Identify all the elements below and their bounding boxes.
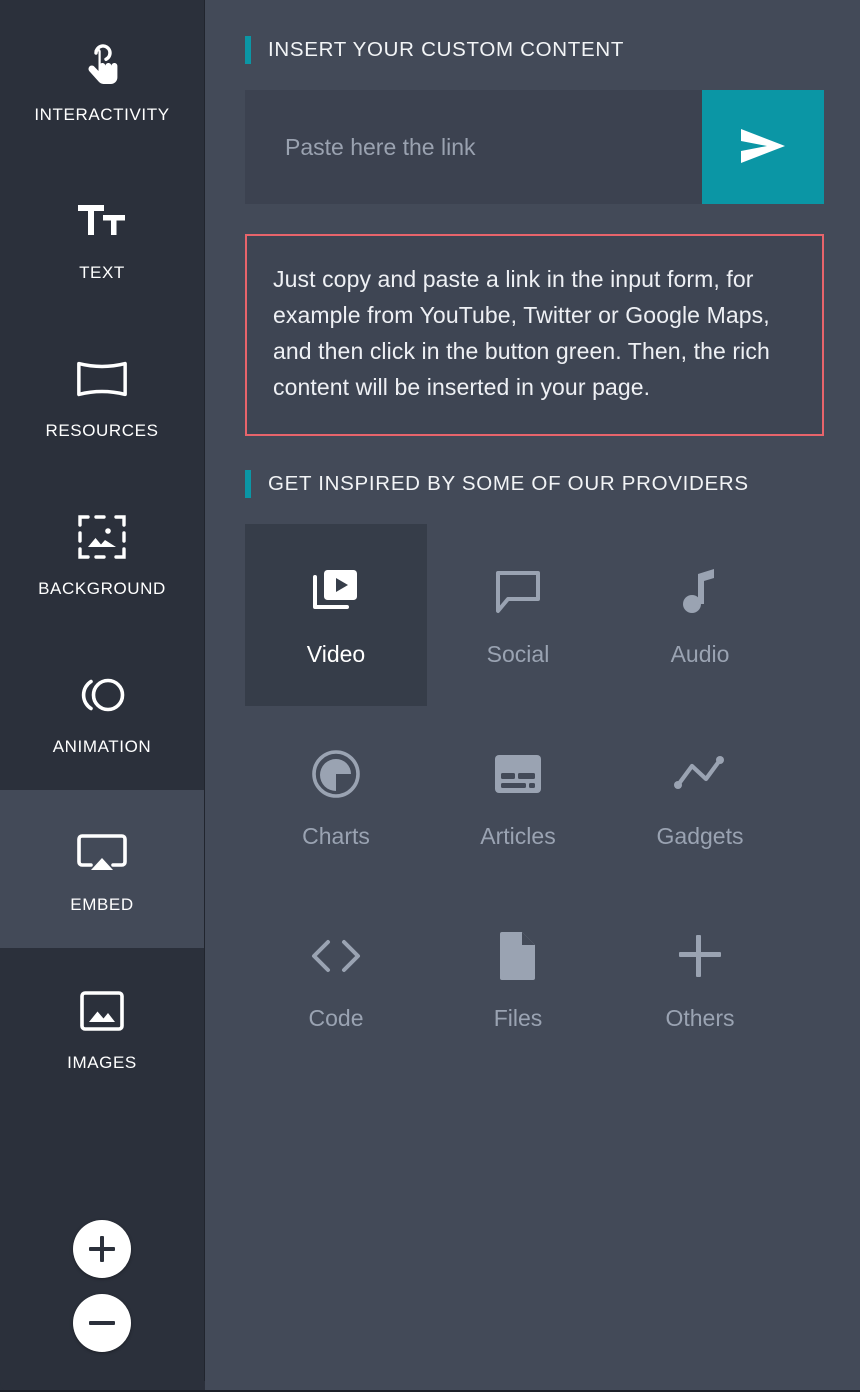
providers-grid: Video Social Audio Charts Articles Gadge…: [245, 523, 791, 1070]
zoom-controls: [0, 1220, 204, 1352]
link-input[interactable]: [245, 90, 702, 204]
provider-tile-social[interactable]: Social: [427, 524, 609, 706]
embed-panel-app: INTERACTIVITY TEXT RESOURCES BACKGROUND …: [0, 0, 860, 1392]
provider-tile-label: Social: [486, 641, 550, 667]
file-document-icon: [496, 927, 540, 985]
left-sidebar: INTERACTIVITY TEXT RESOURCES BACKGROUND …: [0, 0, 205, 1392]
provider-tile-label: Code: [308, 1005, 364, 1031]
link-input-row: [245, 90, 824, 204]
plus-icon: [675, 927, 725, 985]
sidebar-item-label: EMBED: [70, 894, 134, 914]
provider-tile-audio[interactable]: Audio: [609, 524, 791, 706]
zoom-in-button[interactable]: [73, 1220, 131, 1278]
sidebar-item-text[interactable]: TEXT: [0, 158, 204, 316]
sidebar-item-embed[interactable]: EMBED: [0, 790, 204, 948]
provider-tile-label: Audio: [670, 641, 730, 667]
touch-pointer-icon: [75, 36, 129, 90]
main-panel: INSERT YOUR CUSTOM CONTENT Just copy and…: [205, 0, 860, 1392]
line-chart-icon: [673, 745, 727, 803]
sidebar-item-label: TEXT: [79, 262, 125, 282]
provider-tile-files[interactable]: Files: [427, 888, 609, 1070]
sidebar-item-label: ANIMATION: [52, 736, 152, 756]
minus-icon: [89, 1310, 115, 1336]
speech-bubble-icon: [492, 563, 544, 621]
providers-section-header: GET INSPIRED BY SOME OF OUR PROVIDERS: [245, 469, 824, 498]
bottom-edge-strip: [0, 1381, 860, 1392]
sidebar-item-resources[interactable]: RESOURCES: [0, 316, 204, 474]
zoom-out-button[interactable]: [73, 1294, 131, 1352]
provider-tile-label: Gadgets: [656, 823, 744, 849]
provider-tile-label: Charts: [302, 823, 370, 849]
sidebar-item-background[interactable]: BACKGROUND: [0, 474, 204, 632]
plus-icon: [89, 1236, 115, 1262]
send-paper-plane-icon: [735, 123, 791, 172]
insert-section-header: INSERT YOUR CUSTOM CONTENT: [245, 36, 824, 64]
accent-bar: [245, 36, 251, 64]
animation-motion-icon: [75, 668, 129, 722]
sidebar-item-animation[interactable]: ANIMATION: [0, 632, 204, 790]
page-title: INSERT YOUR CUSTOM CONTENT: [268, 38, 625, 61]
sidebar-item-label: IMAGES: [67, 1052, 137, 1072]
provider-tile-label: Video: [306, 641, 366, 667]
image-icon: [75, 984, 129, 1038]
sidebar-item-label: INTERACTIVITY: [34, 104, 170, 124]
code-brackets-icon: [308, 927, 364, 985]
sidebar-item-label: BACKGROUND: [38, 578, 166, 598]
banner-icon: [75, 352, 129, 406]
provider-tile-label: Files: [493, 1005, 543, 1031]
providers-title: GET INSPIRED BY SOME OF OUR PROVIDERS: [268, 471, 749, 495]
provider-tile-others[interactable]: Others: [609, 888, 791, 1070]
send-button[interactable]: [702, 90, 824, 204]
info-callout-box: Just copy and paste a link in the input …: [245, 234, 824, 436]
provider-tile-charts[interactable]: Charts: [245, 706, 427, 888]
sidebar-item-label: RESOURCES: [45, 420, 159, 440]
sidebar-item-interactivity[interactable]: INTERACTIVITY: [0, 0, 204, 158]
sidebar-item-images[interactable]: IMAGES: [0, 948, 204, 1106]
music-note-icon: [678, 563, 722, 621]
airplay-screen-icon: [75, 826, 129, 880]
provider-tile-video[interactable]: Video: [245, 523, 427, 706]
provider-tile-articles[interactable]: Articles: [427, 706, 609, 888]
provider-tile-code[interactable]: Code: [245, 888, 427, 1070]
video-play-stack-icon: [309, 563, 363, 621]
article-card-icon: [492, 745, 544, 803]
info-callout-text: Just copy and paste a link in the input …: [273, 266, 770, 400]
provider-tile-gadgets[interactable]: Gadgets: [609, 706, 791, 888]
text-size-icon: [75, 194, 129, 248]
provider-tile-label: Others: [665, 1005, 735, 1031]
accent-bar: [245, 469, 251, 498]
provider-tile-label: Articles: [480, 823, 556, 849]
pie-chart-icon: [310, 745, 362, 803]
background-image-icon: [75, 510, 129, 564]
